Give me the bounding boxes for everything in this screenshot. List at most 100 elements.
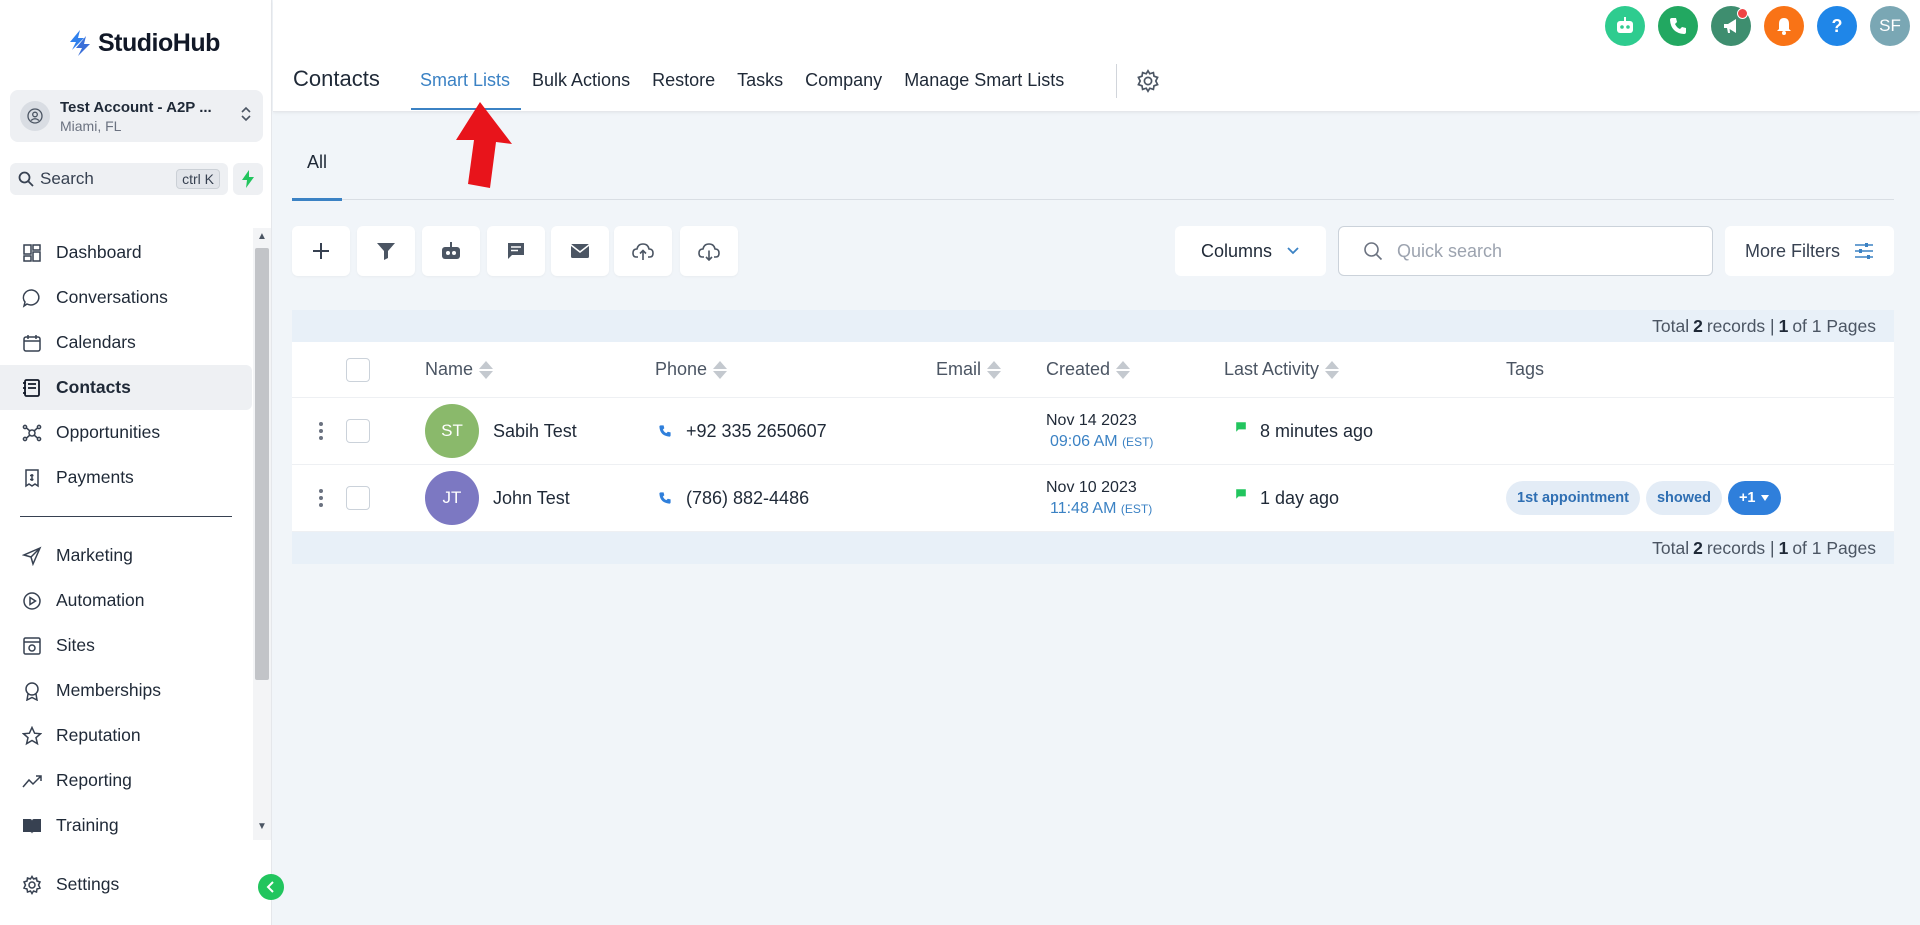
sidebar-item-reputation[interactable]: Reputation bbox=[0, 713, 252, 758]
contacts-book-icon bbox=[21, 377, 43, 399]
sidebar-collapse-button[interactable] bbox=[258, 874, 284, 900]
search-label: Search bbox=[40, 169, 94, 188]
sidebar-search[interactable]: Search ctrl K bbox=[10, 163, 228, 195]
sidebar-item-reporting[interactable]: Reporting bbox=[0, 758, 252, 803]
lightning-icon bbox=[242, 170, 254, 188]
sidebar-item-automation[interactable]: Automation bbox=[0, 578, 252, 623]
chat-bubble-icon bbox=[21, 287, 43, 309]
help-button[interactable]: ? bbox=[1817, 6, 1857, 46]
tab-company[interactable]: Company bbox=[794, 70, 893, 108]
row-checkbox[interactable] bbox=[346, 419, 370, 443]
summary-records-label: records | bbox=[1706, 537, 1775, 558]
tab-tasks[interactable]: Tasks bbox=[726, 70, 794, 108]
columns-dropdown[interactable]: Columns bbox=[1175, 226, 1326, 276]
table-row[interactable]: ST Sabih Test +92 335 2650607 Nov 14 202… bbox=[292, 398, 1894, 465]
sidebar-item-settings[interactable]: Settings bbox=[0, 862, 252, 907]
message-icon bbox=[1236, 489, 1246, 499]
quick-action-button[interactable] bbox=[233, 163, 263, 195]
quick-search-input[interactable] bbox=[1397, 240, 1677, 262]
row-menu-button[interactable] bbox=[319, 465, 323, 531]
tab-bulk-actions[interactable]: Bulk Actions bbox=[521, 70, 641, 108]
opportunities-icon bbox=[21, 422, 43, 444]
column-header-created[interactable]: Created bbox=[1046, 342, 1131, 397]
records-summary-bottom: Total 2 records | 1 of 1 Pages bbox=[292, 532, 1894, 564]
gear-icon bbox=[21, 874, 43, 896]
sidebar-item-contacts[interactable]: Contacts bbox=[0, 365, 252, 410]
more-filters-button[interactable]: More Filters bbox=[1725, 226, 1894, 276]
user-avatar-button[interactable]: SF bbox=[1870, 6, 1910, 46]
row-menu-button[interactable] bbox=[319, 398, 323, 464]
contact-name-cell[interactable]: ST Sabih Test bbox=[425, 398, 577, 464]
sidebar-item-payments[interactable]: Payments bbox=[0, 455, 252, 500]
quick-search-field[interactable] bbox=[1338, 226, 1713, 276]
contact-name-cell[interactable]: JT John Test bbox=[425, 465, 570, 531]
notifications-button[interactable] bbox=[1764, 6, 1804, 46]
export-button[interactable] bbox=[680, 226, 738, 276]
megaphone-icon bbox=[1724, 19, 1736, 33]
phone-number: +92 335 2650607 bbox=[686, 420, 827, 441]
account-avatar-icon bbox=[20, 101, 50, 131]
sidebar-item-calendars[interactable]: Calendars bbox=[0, 320, 252, 365]
add-to-workflow-button[interactable] bbox=[422, 226, 480, 276]
sidebar-scroll-thumb[interactable] bbox=[255, 248, 269, 680]
sidebar-item-training[interactable]: Training bbox=[0, 803, 252, 848]
announcements-button[interactable] bbox=[1711, 6, 1751, 46]
phone-cell[interactable]: +92 335 2650607 bbox=[658, 398, 827, 464]
phone-cell[interactable]: (786) 882-4486 bbox=[658, 465, 809, 531]
sidebar-item-marketing[interactable]: Marketing bbox=[0, 533, 252, 578]
summary-page: 1 bbox=[1778, 315, 1789, 336]
send-sms-button[interactable] bbox=[487, 226, 545, 276]
column-header-name[interactable]: Name bbox=[425, 342, 494, 397]
sidebar-item-opportunities[interactable]: Opportunities bbox=[0, 410, 252, 455]
contact-name[interactable]: Sabih Test bbox=[493, 421, 577, 442]
sort-icon bbox=[987, 360, 1002, 379]
column-header-last-activity[interactable]: Last Activity bbox=[1224, 342, 1340, 397]
column-header-email[interactable]: Email bbox=[936, 342, 1002, 397]
page-title: Contacts bbox=[293, 66, 380, 91]
send-email-button[interactable] bbox=[551, 226, 609, 276]
column-header-phone[interactable]: Phone bbox=[655, 342, 728, 397]
scroll-down-arrow-icon[interactable]: ▼ bbox=[256, 822, 268, 832]
add-contact-button[interactable] bbox=[292, 226, 350, 276]
receipt-icon bbox=[21, 467, 43, 489]
tab-all[interactable]: All bbox=[292, 152, 342, 201]
last-activity: 1 day ago bbox=[1260, 487, 1340, 508]
row-checkbox[interactable] bbox=[346, 486, 370, 510]
columns-label: Columns bbox=[1200, 240, 1273, 261]
brand-name: StudioHub bbox=[98, 28, 220, 57]
summary-of-label: of 1 Pages bbox=[1792, 537, 1876, 558]
more-tags-button[interactable]: +1 bbox=[1727, 481, 1781, 515]
created-time: 11:48 AM (EST) bbox=[1050, 500, 1152, 518]
account-switcher[interactable]: Test Account - A2P ... Miami, FL bbox=[10, 90, 263, 142]
ai-bot-button[interactable] bbox=[1605, 6, 1645, 46]
scroll-up-arrow-icon[interactable]: ▲ bbox=[256, 232, 268, 242]
sidebar-item-memberships[interactable]: Memberships bbox=[0, 668, 252, 713]
award-icon bbox=[21, 680, 43, 702]
tab-restore[interactable]: Restore bbox=[641, 70, 726, 108]
import-button[interactable] bbox=[614, 226, 672, 276]
filter-button[interactable] bbox=[357, 226, 415, 276]
tab-all-label: All bbox=[306, 152, 327, 172]
calendar-icon bbox=[21, 332, 43, 354]
select-all-checkbox[interactable] bbox=[346, 357, 370, 382]
phone-button[interactable] bbox=[1658, 6, 1698, 46]
page-header: Contacts Smart Lists Bulk Actions Restor… bbox=[273, 0, 1920, 112]
sidebar-item-label: Memberships bbox=[56, 680, 162, 700]
contacts-settings-button[interactable] bbox=[1135, 68, 1161, 94]
brand-logo[interactable]: StudioHub bbox=[66, 28, 220, 58]
tab-manage-smart-lists[interactable]: Manage Smart Lists bbox=[893, 70, 1075, 108]
trend-icon bbox=[21, 770, 43, 792]
chevron-down-icon bbox=[1287, 247, 1299, 255]
sidebar-item-label: Calendars bbox=[56, 332, 136, 352]
summary-records-label: records | bbox=[1706, 315, 1775, 336]
sidebar-item-conversations[interactable]: Conversations bbox=[0, 275, 252, 320]
tag-badge[interactable]: showed bbox=[1645, 481, 1722, 515]
contact-name[interactable]: John Test bbox=[493, 488, 570, 509]
tag-badge[interactable]: 1st appointment bbox=[1506, 481, 1640, 515]
sidebar-item-sites[interactable]: Sites bbox=[0, 623, 252, 668]
row-checkbox-cell bbox=[346, 398, 370, 464]
sidebar-item-dashboard[interactable]: Dashboard bbox=[0, 230, 252, 275]
plus-icon bbox=[313, 243, 329, 259]
table-row[interactable]: JT John Test (786) 882-4486 Nov 10 2023 … bbox=[292, 465, 1894, 532]
automation-icon bbox=[21, 590, 43, 612]
